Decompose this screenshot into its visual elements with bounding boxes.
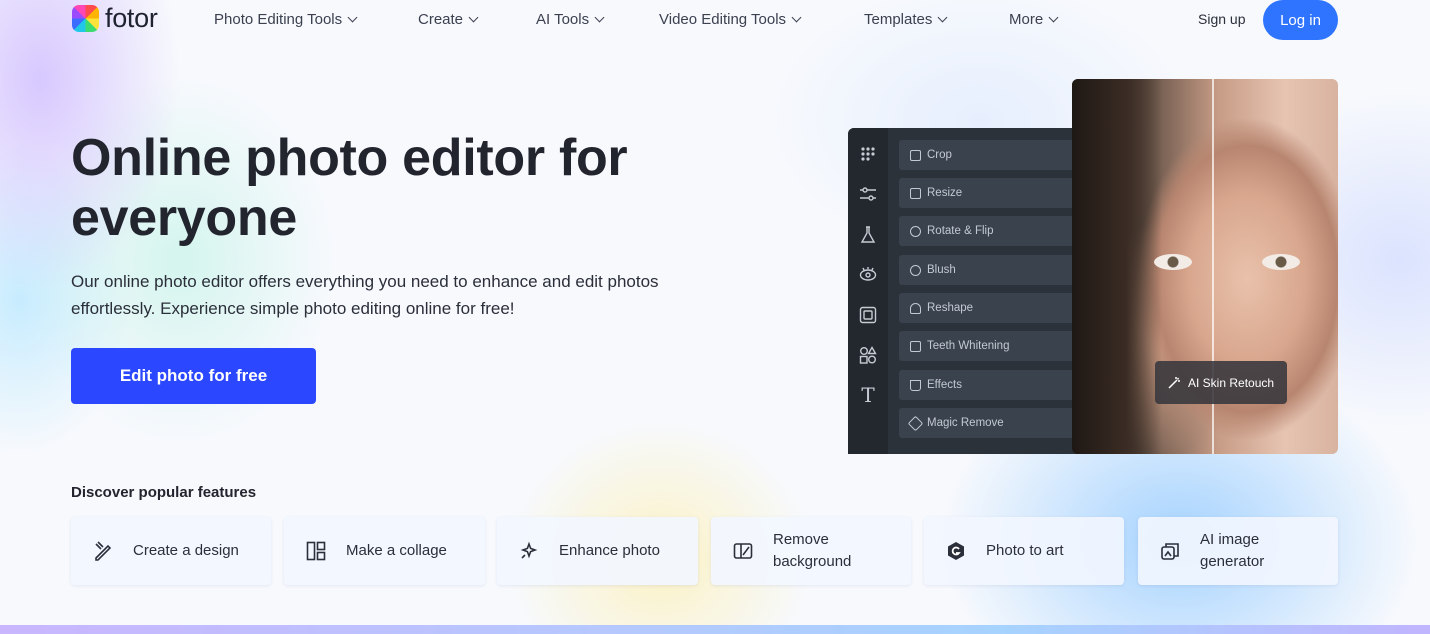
page-title: Online photo editor for everyone: [71, 129, 628, 247]
remove-bg-icon: [733, 541, 753, 561]
adjust-sliders-icon: [859, 186, 877, 204]
nav-video-editing-tools[interactable]: Video Editing Tools: [659, 11, 802, 28]
feature-make-collage[interactable]: Make a collage: [284, 517, 485, 585]
brand-logo[interactable]: fotor: [72, 5, 158, 32]
brand-name: fotor: [105, 3, 158, 33]
feature-enhance-photo[interactable]: Enhance photo: [497, 517, 698, 585]
tool-teeth-whitening[interactable]: Teeth Whitening: [899, 331, 1074, 361]
nav-label: Templates: [864, 11, 933, 28]
nav-photo-editing-tools[interactable]: Photo Editing Tools: [214, 11, 358, 28]
signup-link[interactable]: Sign up: [1198, 11, 1245, 27]
enhance-icon: [519, 541, 539, 561]
tool-resize[interactable]: Resize: [899, 178, 1074, 208]
art-icon: [946, 541, 966, 561]
card-label: Make a collage: [346, 542, 447, 559]
chevron-down-icon: [594, 12, 605, 23]
fotor-logo-icon: [72, 5, 99, 32]
tool-label: Magic Remove: [927, 417, 1004, 429]
teeth-icon: [910, 340, 921, 352]
badge-label: AI Skin Retouch: [1188, 375, 1275, 390]
bottom-gradient-strip: [0, 625, 1430, 634]
tool-label: Teeth Whitening: [927, 340, 1010, 352]
login-button[interactable]: Log in: [1263, 0, 1338, 40]
tool-label: Crop: [927, 149, 952, 161]
tool-reshape[interactable]: Reshape: [899, 293, 1074, 323]
top-navigation: fotor Photo Editing Tools Create AI Tool…: [0, 0, 1430, 40]
edit-photo-button[interactable]: Edit photo for free: [71, 348, 316, 404]
resize-icon: [910, 187, 921, 199]
right-eye: [1262, 254, 1300, 270]
text-icon: T: [861, 383, 875, 407]
tool-magic-remove[interactable]: Magic Remove: [899, 408, 1074, 438]
ai-skin-retouch-badge: AI Skin Retouch: [1155, 361, 1287, 404]
nav-create[interactable]: Create: [418, 11, 479, 28]
tool-label: Reshape: [927, 302, 974, 314]
card-label: Create a design: [133, 542, 239, 559]
nav-more[interactable]: More: [1009, 11, 1059, 28]
nav-label: Photo Editing Tools: [214, 11, 343, 28]
collage-icon: [306, 541, 326, 561]
editor-tool-rail: T: [848, 128, 888, 454]
chevron-down-icon: [937, 12, 948, 23]
tool-label: Rotate & Flip: [927, 225, 994, 237]
hair-shadow: [1072, 79, 1162, 454]
nav-label: More: [1009, 11, 1044, 28]
design-icon: [93, 541, 113, 561]
editor-preview-panel: T Crop Resize Rotate & Flip Blush Reshap…: [848, 128, 1078, 454]
eraser-icon: [907, 415, 924, 431]
frame-icon: [859, 306, 877, 324]
card-label: AI image generator: [1200, 531, 1265, 570]
tool-blush[interactable]: Blush: [899, 255, 1074, 285]
tool-label: Blush: [927, 264, 956, 276]
tool-effects[interactable]: Effects: [899, 370, 1074, 400]
feature-ai-image-generator[interactable]: AI image generator: [1138, 517, 1338, 585]
features-heading: Discover popular features: [71, 484, 257, 501]
nav-label: AI Tools: [536, 11, 590, 28]
reshape-icon: [910, 302, 921, 314]
feature-photo-to-art[interactable]: Photo to art: [924, 517, 1124, 585]
left-eye: [1154, 254, 1192, 270]
effects-flask-icon: [910, 379, 921, 391]
nav-ai-tools[interactable]: AI Tools: [536, 11, 605, 28]
elements-shapes-icon: [859, 346, 877, 364]
chevron-down-icon: [1048, 12, 1059, 23]
chevron-down-icon: [791, 12, 802, 23]
grid-icon: [859, 146, 877, 164]
rotate-icon: [910, 225, 921, 237]
magic-wand-icon: [1168, 376, 1180, 389]
tool-label: Effects: [927, 379, 962, 391]
nav-label: Create: [418, 11, 464, 28]
nav-templates[interactable]: Templates: [864, 11, 948, 28]
eye-icon: [859, 266, 877, 284]
tool-rotate-flip[interactable]: Rotate & Flip: [899, 216, 1074, 246]
crop-icon: [910, 149, 921, 161]
chevron-down-icon: [468, 12, 479, 23]
chevron-down-icon: [347, 12, 358, 23]
feature-remove-background[interactable]: Remove background: [711, 517, 911, 585]
card-label: Remove background: [773, 531, 852, 570]
nav-label: Video Editing Tools: [659, 11, 787, 28]
beauty-flask-icon: [859, 226, 877, 244]
blush-icon: [910, 264, 921, 276]
tool-label: Resize: [927, 187, 963, 199]
ai-generator-icon: [1160, 541, 1180, 561]
feature-create-design[interactable]: Create a design: [71, 517, 271, 585]
tool-crop[interactable]: Crop: [899, 140, 1074, 170]
card-label: Enhance photo: [559, 542, 660, 559]
card-label: Photo to art: [986, 542, 1064, 559]
hero-subtitle: Our online photo editor offers everythin…: [71, 272, 659, 318]
